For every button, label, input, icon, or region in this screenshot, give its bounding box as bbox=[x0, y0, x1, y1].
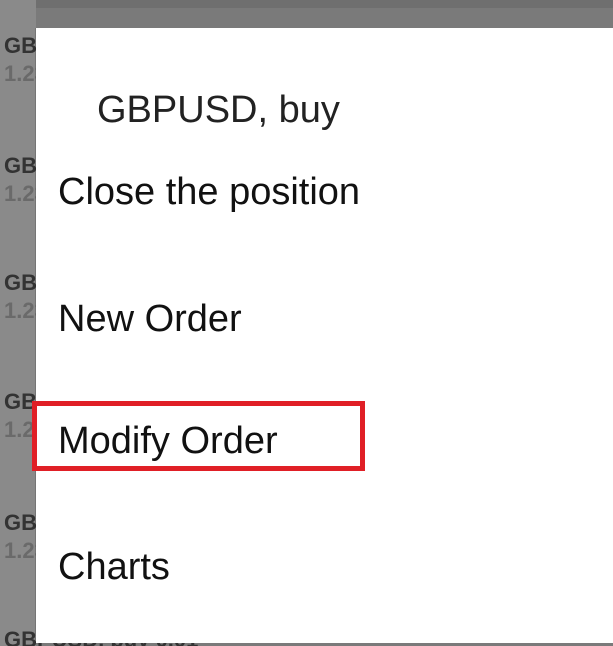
menu-item-charts[interactable]: Charts bbox=[58, 528, 578, 606]
background-row[interactable]: GBPUSD 1.2345 bbox=[0, 511, 98, 631]
context-menu-dialog: GBPUSD, buy Close the position New Order… bbox=[36, 28, 613, 643]
background-row[interactable]: GBPUSD 1.2345 bbox=[0, 390, 98, 510]
background-row[interactable]: GBPUSD 1.2345 bbox=[0, 154, 98, 274]
background-list: GBPUSD 1.2345 GBPUSD 1.2345 GBPUSD 1.234… bbox=[0, 0, 98, 646]
menu-item-label: Close the position bbox=[58, 171, 361, 213]
menu-item-modify-order[interactable]: Modify Order bbox=[58, 402, 578, 480]
dialog-title: GBPUSD, buy bbox=[97, 89, 340, 131]
menu-item-label: Charts bbox=[58, 546, 170, 588]
menu-item-label: Modify Order bbox=[58, 420, 278, 462]
background-row[interactable]: GBPUSD 1.2345 bbox=[0, 271, 98, 391]
menu-item-label: New Order bbox=[58, 298, 242, 340]
menu-item-new-order[interactable]: New Order bbox=[58, 280, 578, 358]
top-border bbox=[0, 0, 613, 8]
menu-item-close-position[interactable]: Close the position bbox=[58, 153, 578, 231]
background-row[interactable]: GBPUSD 1.2345 bbox=[0, 34, 98, 154]
